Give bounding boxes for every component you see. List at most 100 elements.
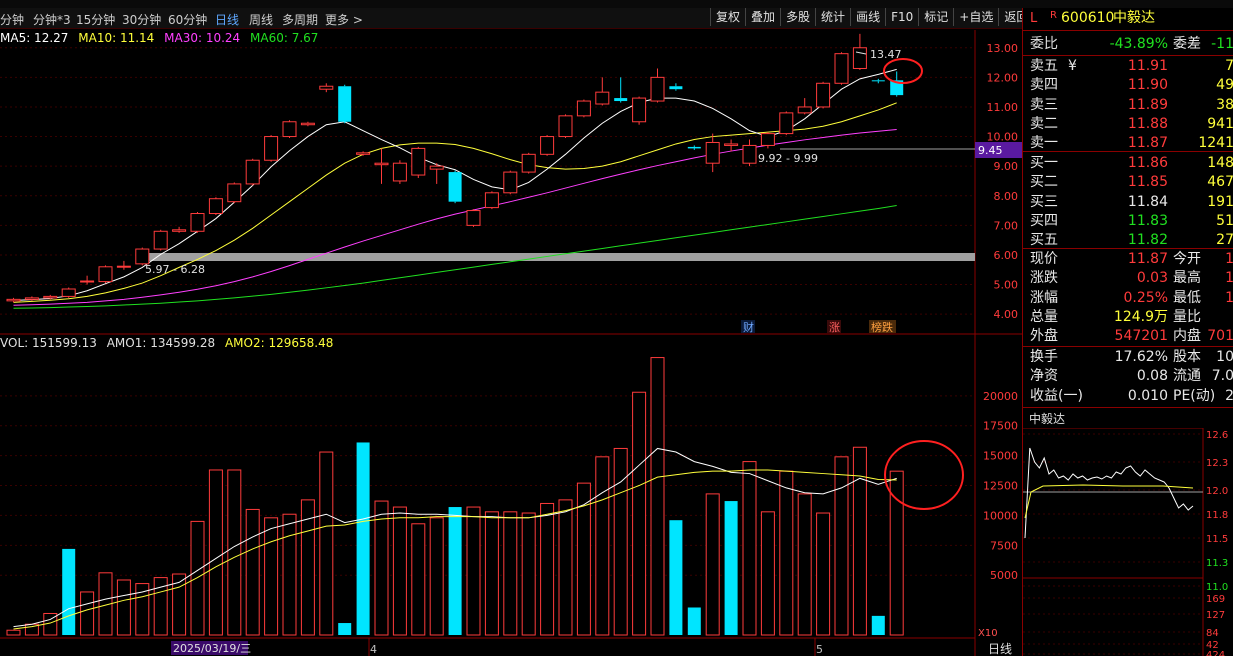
volume-bar[interactable] [742, 461, 757, 636]
candle[interactable] [742, 144, 757, 164]
candle[interactable] [172, 229, 187, 232]
volume-bar[interactable] [705, 493, 720, 636]
volume-bar[interactable] [834, 456, 849, 636]
candle[interactable] [116, 265, 131, 268]
candle[interactable] [319, 85, 334, 90]
mini-tick-label: 11.5 [1206, 534, 1228, 545]
candle[interactable] [135, 248, 150, 265]
candle[interactable] [6, 298, 21, 302]
volume-bar[interactable] [669, 520, 683, 635]
candle[interactable] [411, 147, 426, 176]
candle[interactable] [356, 152, 371, 155]
candle[interactable] [687, 146, 701, 149]
candle[interactable] [521, 153, 536, 173]
candle[interactable] [632, 97, 647, 123]
candle[interactable] [227, 183, 242, 203]
volume-bar[interactable] [190, 520, 205, 636]
volume-bar[interactable] [208, 469, 223, 636]
volume-bar[interactable] [80, 591, 95, 636]
candle[interactable] [852, 47, 867, 69]
volume-bar[interactable] [338, 623, 352, 635]
volume-bar[interactable] [245, 508, 260, 636]
volume-bar[interactable] [650, 357, 665, 636]
candle[interactable] [374, 162, 389, 166]
candle[interactable] [558, 115, 573, 138]
volume-bar[interactable] [429, 517, 444, 636]
stat-label: 现价 [1030, 251, 1058, 267]
volume-bar[interactable] [521, 512, 536, 636]
candle[interactable] [208, 198, 223, 215]
volume-bar[interactable] [135, 583, 150, 636]
candle[interactable] [503, 171, 518, 194]
volume-bar[interactable] [466, 506, 481, 636]
volume-bar[interactable] [613, 447, 628, 636]
candle[interactable] [595, 91, 610, 105]
volume-bar[interactable] [540, 502, 555, 636]
volume-bar[interactable] [264, 517, 279, 636]
candle[interactable] [153, 230, 168, 250]
volume-bar[interactable] [411, 523, 426, 636]
stat-value: 0.03 [1136, 270, 1168, 287]
volume-bar[interactable] [632, 391, 647, 636]
volume-bar[interactable] [503, 511, 518, 636]
ask-price: 11.88 [1127, 115, 1168, 132]
candle[interactable] [190, 213, 205, 232]
candle[interactable] [448, 172, 462, 202]
candle[interactable] [338, 86, 352, 122]
volume-bar[interactable] [724, 501, 738, 635]
candle[interactable] [61, 288, 76, 297]
candle[interactable] [779, 112, 794, 135]
ask-row: 卖五 ¥11.91 7 [1023, 57, 1233, 76]
candle[interactable] [43, 295, 58, 299]
candle[interactable] [429, 165, 444, 170]
volume-bar[interactable] [760, 511, 775, 636]
candle[interactable] [614, 98, 628, 102]
candle[interactable] [871, 80, 885, 82]
volume-bar[interactable] [62, 548, 76, 635]
volume-bar[interactable] [227, 469, 242, 636]
candle[interactable] [816, 82, 831, 108]
candle[interactable] [466, 210, 481, 226]
volume-bar[interactable] [484, 511, 499, 636]
volume-bar[interactable] [6, 629, 21, 636]
candle[interactable] [264, 136, 279, 161]
candle[interactable] [24, 297, 39, 300]
candle[interactable] [540, 136, 555, 155]
volume-bar[interactable] [779, 470, 794, 636]
intraday-mini-chart[interactable]: 12.612.312.011.811.511.311.0169127844242… [1023, 428, 1233, 656]
volume-bar[interactable] [797, 493, 812, 636]
period-tab-daily[interactable]: 日线 [988, 642, 1012, 656]
candle[interactable] [392, 162, 407, 182]
volume-bar[interactable] [558, 499, 573, 636]
volume-bar[interactable] [687, 607, 701, 635]
marker-r: R [1050, 10, 1057, 21]
date-cursor-label: 2025/03/19/三 [173, 642, 251, 655]
candle[interactable] [650, 76, 665, 102]
volume-bar[interactable] [282, 513, 297, 636]
candle[interactable] [797, 106, 812, 114]
candle[interactable] [724, 143, 739, 146]
volume-bar[interactable] [319, 451, 334, 636]
candle[interactable] [760, 133, 775, 146]
kline-chart[interactable]: 13.00 12.00 11.00 10.00 9.00 8.00 7.00 6.00 5.00… [0, 8, 1022, 656]
vol-tick-label: 10000 [983, 509, 1018, 522]
volume-bar[interactable] [448, 507, 462, 635]
volume-bar[interactable] [116, 579, 131, 636]
candle[interactable] [245, 159, 260, 185]
candle[interactable] [484, 192, 499, 209]
candle[interactable] [705, 141, 720, 164]
volume-bar[interactable] [392, 506, 407, 636]
candle[interactable] [576, 100, 591, 117]
volume-bar[interactable] [871, 615, 885, 635]
candle[interactable] [80, 280, 95, 283]
candle[interactable] [669, 86, 683, 90]
stat-row: 收益(一) 0.010 PE(动) 2 [1023, 387, 1233, 406]
candle[interactable] [834, 53, 849, 84]
candle[interactable] [300, 122, 315, 126]
volume-bar[interactable] [374, 500, 389, 636]
candle[interactable] [282, 121, 297, 138]
volume-bar[interactable] [356, 442, 370, 635]
candle[interactable] [98, 266, 113, 283]
volume-bar[interactable] [595, 456, 610, 636]
volume-bar[interactable] [816, 512, 831, 636]
